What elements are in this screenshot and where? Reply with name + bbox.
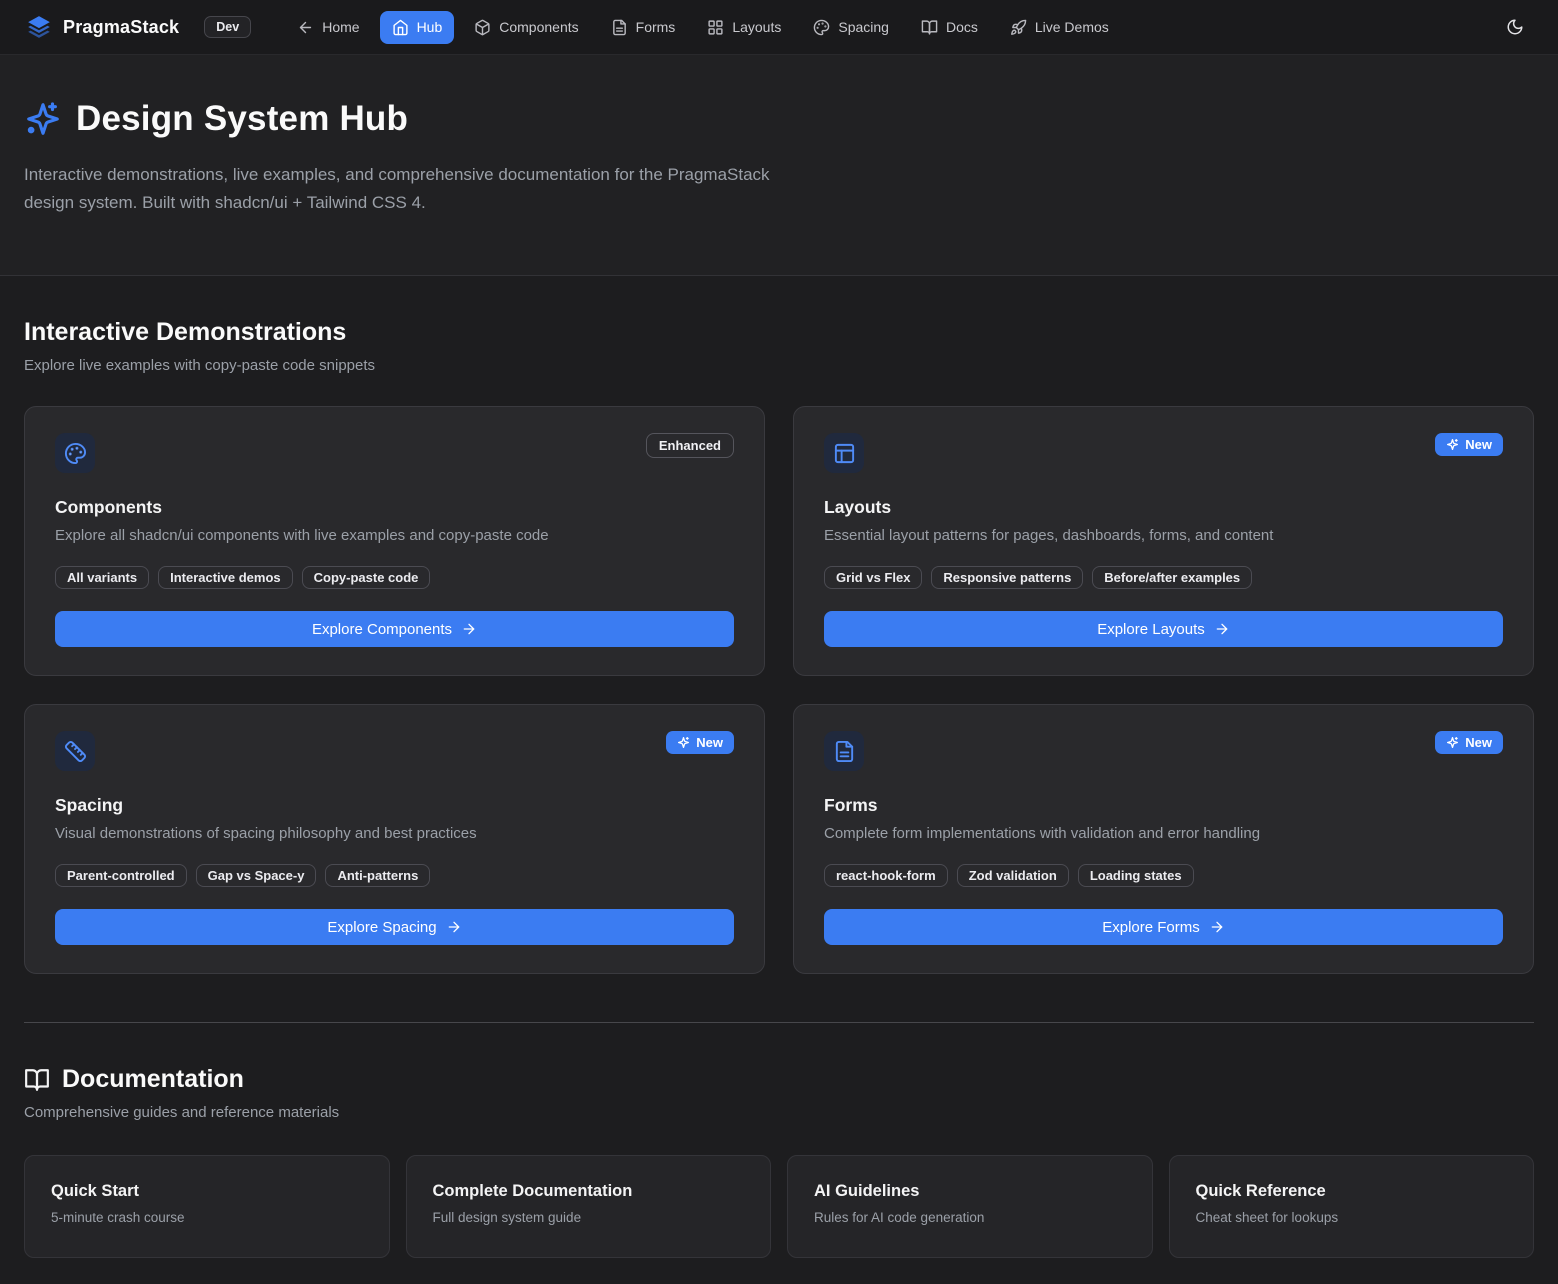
docs-heading: Documentation [62, 1065, 244, 1094]
arrow-right-icon [1209, 919, 1225, 935]
book-open-icon [921, 19, 938, 36]
tag-badge: All variants [55, 566, 149, 589]
enhanced-badge: Enhanced [646, 433, 734, 458]
palette-icon [55, 433, 95, 473]
layers-logo-icon [26, 14, 52, 40]
env-badge: Dev [204, 16, 251, 38]
doc-card-grid: Quick Start 5-minute crash course Comple… [24, 1155, 1534, 1258]
new-badge: New [666, 731, 734, 754]
package-icon [474, 19, 491, 36]
demos-heading: Interactive Demonstrations [24, 318, 346, 347]
brand-name: PragmaStack [63, 17, 179, 38]
ruler-icon [55, 731, 95, 771]
card-description: Complete form implementations with valid… [824, 825, 1503, 842]
tag-badge: Copy-paste code [302, 566, 431, 589]
hero-section: Design System Hub Interactive demonstrat… [0, 55, 1558, 276]
section-divider [24, 1022, 1534, 1023]
nav-item-spacing[interactable]: Spacing [801, 11, 901, 44]
explore-spacing-button[interactable]: Explore Spacing [55, 909, 734, 945]
rocket-icon [1010, 19, 1027, 36]
arrow-right-icon [446, 919, 462, 935]
page-title: Design System Hub [76, 99, 408, 139]
book-open-icon [24, 1067, 50, 1093]
sparkles-icon [1446, 438, 1459, 451]
tag-badge: Anti-patterns [325, 864, 430, 887]
nav-item-forms[interactable]: Forms [599, 11, 688, 44]
nav-item-home[interactable]: Home [285, 11, 371, 44]
tag-badge: Responsive patterns [931, 566, 1083, 589]
tag-badge: Zod validation [957, 864, 1069, 887]
card-title: Forms [824, 795, 1503, 816]
card-title: Components [55, 497, 734, 518]
nav-item-live-demos[interactable]: Live Demos [998, 11, 1121, 44]
tag-badge: Interactive demos [158, 566, 293, 589]
new-badge: New [1435, 433, 1503, 456]
arrow-left-icon [297, 19, 314, 36]
arrow-right-icon [1214, 621, 1230, 637]
explore-forms-button[interactable]: Explore Forms [824, 909, 1503, 945]
demo-card-grid: Enhanced Components Explore all shadcn/u… [24, 406, 1534, 974]
doc-card-quick-reference[interactable]: Quick Reference Cheat sheet for lookups [1169, 1155, 1535, 1258]
card-description: Visual demonstrations of spacing philoso… [55, 825, 734, 842]
layout-grid-icon [707, 19, 724, 36]
explore-components-button[interactable]: Explore Components [55, 611, 734, 647]
file-text-icon [611, 19, 628, 36]
tag-badge: Gap vs Space-y [196, 864, 317, 887]
sparkles-icon [677, 736, 690, 749]
moon-icon [1506, 18, 1524, 36]
sparkles-icon [24, 100, 62, 138]
card-title: Layouts [824, 497, 1503, 518]
tag-badge: Parent-controlled [55, 864, 187, 887]
card-description: Explore all shadcn/ui components with li… [55, 527, 734, 544]
doc-card-complete-documentation[interactable]: Complete Documentation Full design syste… [406, 1155, 772, 1258]
arrow-right-icon [461, 621, 477, 637]
doc-card-quick-start[interactable]: Quick Start 5-minute crash course [24, 1155, 390, 1258]
palette-icon [813, 19, 830, 36]
docs-subheading: Comprehensive guides and reference mater… [24, 1104, 1534, 1121]
nav-item-docs[interactable]: Docs [909, 11, 990, 44]
brand[interactable]: PragmaStack Dev [26, 14, 251, 40]
demos-subheading: Explore live examples with copy-paste co… [24, 357, 1534, 374]
main-content: Interactive Demonstrations Explore live … [0, 318, 1558, 1284]
tag-badge: Before/after examples [1092, 566, 1252, 589]
nav-item-layouts[interactable]: Layouts [695, 11, 793, 44]
home-icon [392, 19, 409, 36]
nav-item-hub[interactable]: Hub [380, 11, 455, 44]
top-navbar: PragmaStack Dev Home Hub Components Fo [0, 0, 1558, 55]
card-title: Spacing [55, 795, 734, 816]
explore-layouts-button[interactable]: Explore Layouts [824, 611, 1503, 647]
main-nav: Home Hub Components Forms Layouts [285, 11, 1121, 44]
tag-badge: Grid vs Flex [824, 566, 922, 589]
tag-badge: Loading states [1078, 864, 1194, 887]
file-text-icon [824, 731, 864, 771]
page-subtitle: Interactive demonstrations, live example… [24, 161, 774, 217]
new-badge: New [1435, 731, 1503, 754]
theme-toggle-button[interactable] [1498, 10, 1532, 44]
demo-card-forms: New Forms Complete form implementations … [793, 704, 1534, 974]
demo-card-layouts: New Layouts Essential layout patterns fo… [793, 406, 1534, 676]
demo-card-components: Enhanced Components Explore all shadcn/u… [24, 406, 765, 676]
card-description: Essential layout patterns for pages, das… [824, 527, 1503, 544]
doc-card-ai-guidelines[interactable]: AI Guidelines Rules for AI code generati… [787, 1155, 1153, 1258]
sparkles-icon [1446, 736, 1459, 749]
demo-card-spacing: New Spacing Visual demonstrations of spa… [24, 704, 765, 974]
nav-item-components[interactable]: Components [462, 11, 590, 44]
panels-top-left-icon [824, 433, 864, 473]
tag-badge: react-hook-form [824, 864, 948, 887]
